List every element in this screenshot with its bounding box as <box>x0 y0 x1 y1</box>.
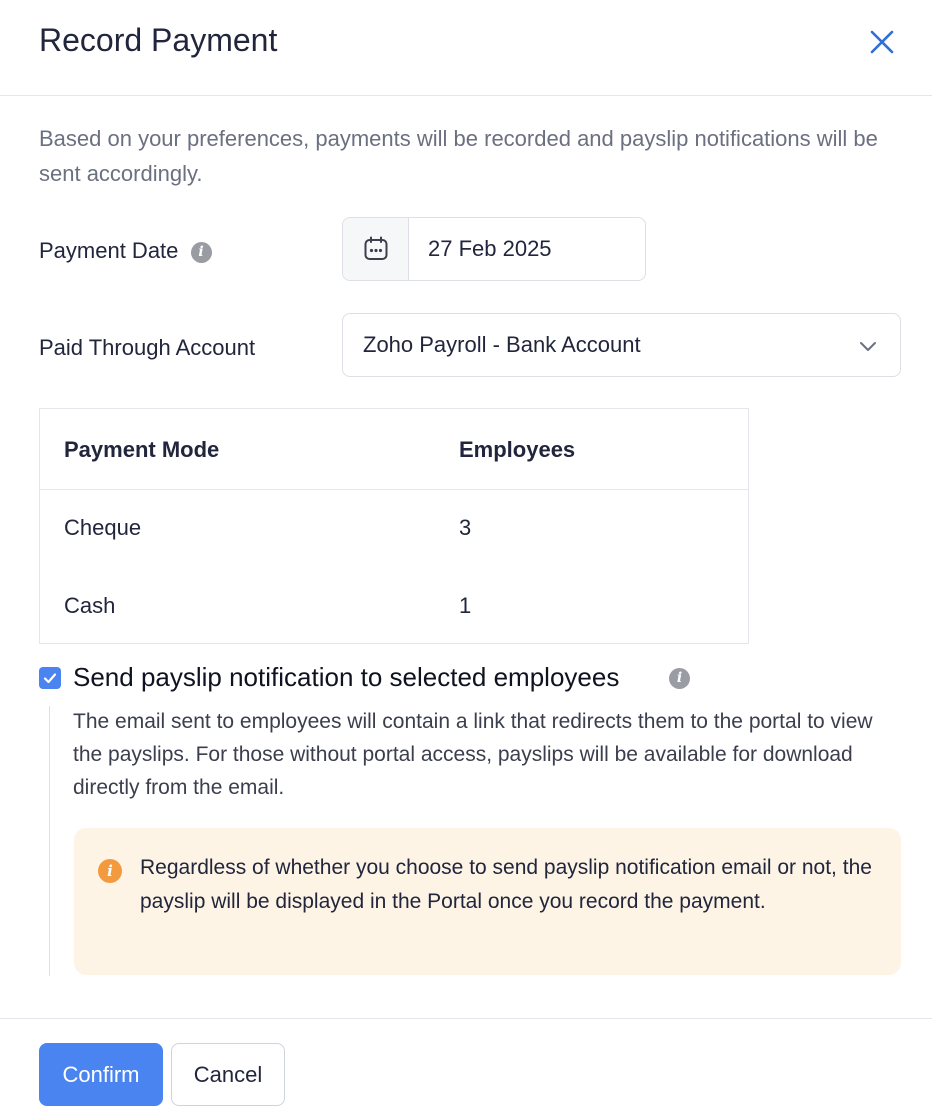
payment-date-value[interactable]: 27 Feb 2025 <box>409 218 552 280</box>
payment-mode-table: Payment Mode Employees Cheque 3 Cash 1 <box>39 408 749 644</box>
chevron-down-icon <box>860 342 876 351</box>
dialog-description: Based on your preferences, payments will… <box>39 126 878 186</box>
paid-through-value: Zoho Payroll - Bank Account <box>363 332 641 357</box>
divider <box>49 706 50 976</box>
dialog-header: Record Payment <box>0 0 932 96</box>
portal-notice-text: Regardless of whether you choose to send… <box>140 856 872 913</box>
send-payslip-checkbox[interactable] <box>39 667 61 689</box>
column-header-employees: Employees <box>459 437 576 462</box>
cell-payment-mode: Cheque <box>64 515 142 540</box>
info-icon[interactable]: i <box>190 241 212 263</box>
warning-info-icon: i <box>98 859 122 883</box>
paid-through-select[interactable]: Zoho Payroll - Bank Account <box>342 313 901 377</box>
confirm-button[interactable]: Confirm <box>39 1043 163 1106</box>
dialog-title: Record Payment <box>39 22 278 58</box>
payment-date-label-text: Payment Date <box>39 238 179 263</box>
calendar-button[interactable] <box>343 218 409 280</box>
portal-notice: i Regardless of whether you choose to se… <box>74 828 901 975</box>
table-header: Payment Mode Employees <box>40 409 748 490</box>
column-header-payment-mode: Payment Mode <box>64 437 220 462</box>
paid-through-label: Paid Through Account <box>39 335 256 360</box>
checkmark-icon <box>43 673 57 684</box>
cancel-button[interactable]: Cancel <box>171 1043 285 1106</box>
send-payslip-label[interactable]: Send payslip notification to selected em… <box>73 662 619 693</box>
cell-payment-mode: Cash <box>64 593 116 618</box>
email-description: The email sent to employees will contain… <box>73 710 873 799</box>
close-icon <box>870 30 894 54</box>
payment-date-picker[interactable]: 27 Feb 2025 <box>342 217 646 281</box>
payment-date-label: Payment Date i <box>39 238 212 264</box>
cell-employees: 1 <box>459 593 472 618</box>
cell-employees: 3 <box>459 515 472 540</box>
close-button[interactable] <box>864 24 900 60</box>
calendar-icon <box>364 236 387 260</box>
info-icon[interactable]: i <box>669 668 690 689</box>
